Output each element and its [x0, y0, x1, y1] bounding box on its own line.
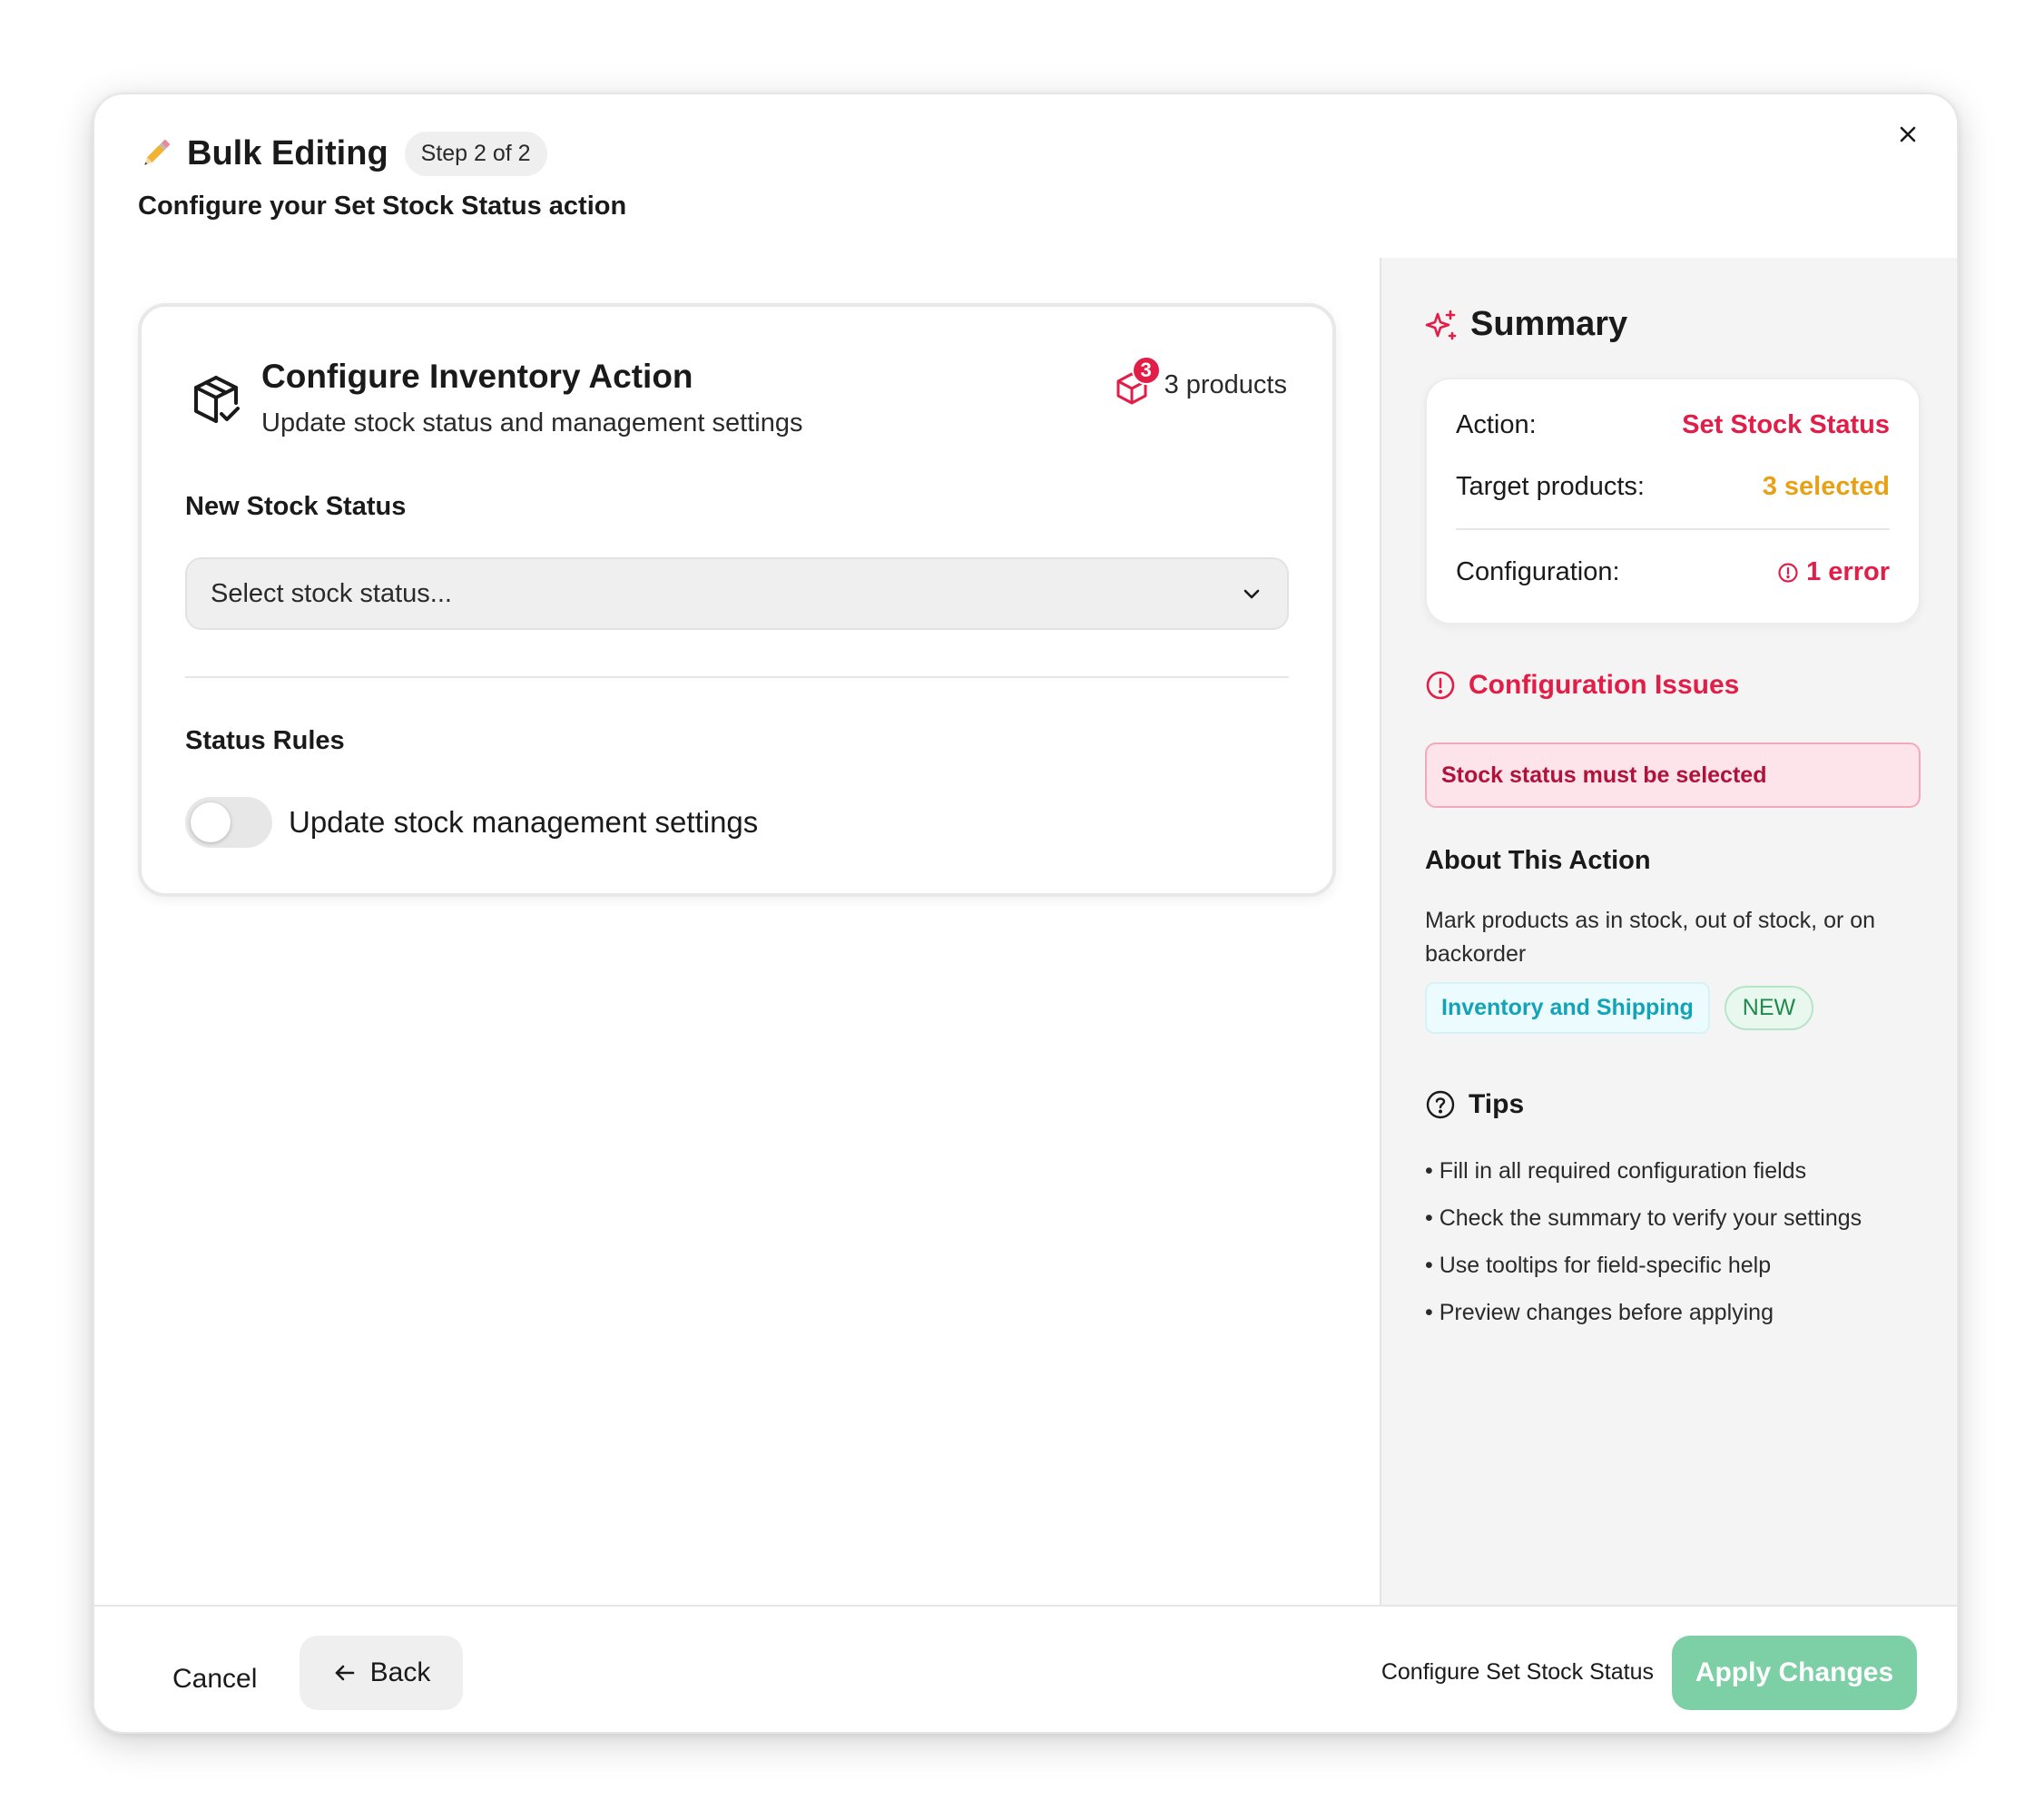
products-cube-badge: 3 — [1114, 356, 1161, 407]
modal-footer: Cancel Back Configure Set Stock Status A… — [94, 1605, 1957, 1732]
bulk-editing-modal: Bulk Editing Step 2 of 2 Configure your … — [93, 93, 1959, 1734]
products-count-badge: 3 — [1131, 356, 1161, 385]
tip-item: • Use tooltips for field-specific help — [1425, 1253, 1772, 1278]
close-button[interactable] — [1890, 116, 1926, 152]
products-label: 3 products — [1164, 369, 1287, 399]
step-indicator: Step 2 of 2 — [404, 131, 547, 176]
back-button[interactable]: Back — [300, 1636, 463, 1710]
tips-header: Tips — [1425, 1089, 1524, 1120]
action-value: Set Stock Status — [1682, 410, 1890, 439]
back-label: Back — [369, 1657, 431, 1687]
alert-circle-icon — [1778, 562, 1798, 583]
toggle-label: Update stock management settings — [289, 805, 759, 839]
help-circle-icon — [1426, 1090, 1455, 1119]
stock-status-select[interactable]: Select stock status... — [185, 557, 1289, 630]
category-tag: Inventory and Shipping — [1425, 982, 1710, 1034]
config-key: Configuration: — [1456, 557, 1620, 586]
config-error-text: 1 error — [1806, 557, 1890, 586]
apply-changes-button[interactable]: Apply Changes — [1672, 1636, 1917, 1710]
issue-message: Stock status must be selected — [1425, 742, 1921, 808]
tip-item: • Preview changes before applying — [1425, 1300, 1774, 1325]
summary-header: Summary — [1425, 305, 1627, 344]
config-error-value: 1 error — [1777, 557, 1890, 587]
about-title: About This Action — [1425, 846, 1651, 875]
arrow-left-icon — [335, 1665, 354, 1681]
summary-card: Action: Set Stock Status Target products… — [1425, 378, 1921, 624]
issues-title: Configuration Issues — [1469, 670, 1740, 700]
tips-list: • Fill in all required configuration fie… — [1425, 1147, 1862, 1336]
summary-title: Summary — [1470, 305, 1628, 343]
summary-divider — [1456, 528, 1890, 530]
close-icon — [1900, 126, 1916, 143]
modal-subtitle: Configure your Set Stock Status action — [138, 192, 626, 221]
stock-management-toggle-row: Update stock management settings — [185, 797, 758, 848]
subtitle-prefix: Configure your — [138, 192, 334, 221]
card-divider — [185, 676, 1289, 678]
target-key: Target products: — [1456, 472, 1645, 501]
subtitle-action: Set Stock Status — [333, 192, 542, 221]
summary-action-row: Action: Set Stock Status — [1456, 410, 1890, 440]
status-rules-label: Status Rules — [185, 726, 345, 755]
package-check-icon — [194, 376, 240, 423]
subtitle-suffix: action — [541, 192, 627, 221]
summary-config-row: Configuration: 1 error — [1456, 557, 1890, 587]
new-stock-status-label: New Stock Status — [185, 492, 407, 521]
tip-item: • Check the summary to verify your setti… — [1425, 1205, 1862, 1231]
tip-item: • Fill in all required configuration fie… — [1425, 1158, 1807, 1184]
footer-hint: Configure Set Stock Status — [1381, 1659, 1654, 1685]
about-description: Mark products as in stock, out of stock,… — [1425, 908, 1876, 967]
chevron-down-icon — [1243, 589, 1260, 599]
modal-header: Bulk Editing Step 2 of 2 — [138, 127, 547, 180]
card-description: Update stock status and management setti… — [261, 408, 803, 438]
cancel-button[interactable]: Cancel — [147, 1643, 282, 1716]
configuration-issues-header: Configuration Issues — [1425, 670, 1739, 701]
stock-management-toggle[interactable] — [185, 797, 272, 848]
action-key: Action: — [1456, 410, 1537, 439]
tips-title: Tips — [1469, 1089, 1525, 1119]
summary-target-row: Target products: 3 selected — [1456, 472, 1890, 502]
products-count: 3 3 products — [1114, 356, 1287, 407]
toggle-knob — [191, 802, 231, 842]
sparkle-icon — [1425, 310, 1457, 339]
select-placeholder: Select stock status... — [211, 578, 452, 608]
configure-inventory-card: Configure Inventory Action Update stock … — [138, 303, 1336, 897]
alert-circle-icon — [1426, 671, 1455, 700]
modal-title: Bulk Editing — [187, 133, 388, 172]
summary-sidebar: Summary Action: Set Stock Status Target … — [1380, 258, 1957, 1607]
pencil-icon — [144, 139, 171, 165]
target-value: 3 selected — [1762, 472, 1890, 501]
about-tags: Inventory and Shipping NEW — [1425, 982, 1814, 1034]
new-badge: NEW — [1724, 986, 1814, 1030]
card-title: Configure Inventory Action — [261, 358, 693, 395]
